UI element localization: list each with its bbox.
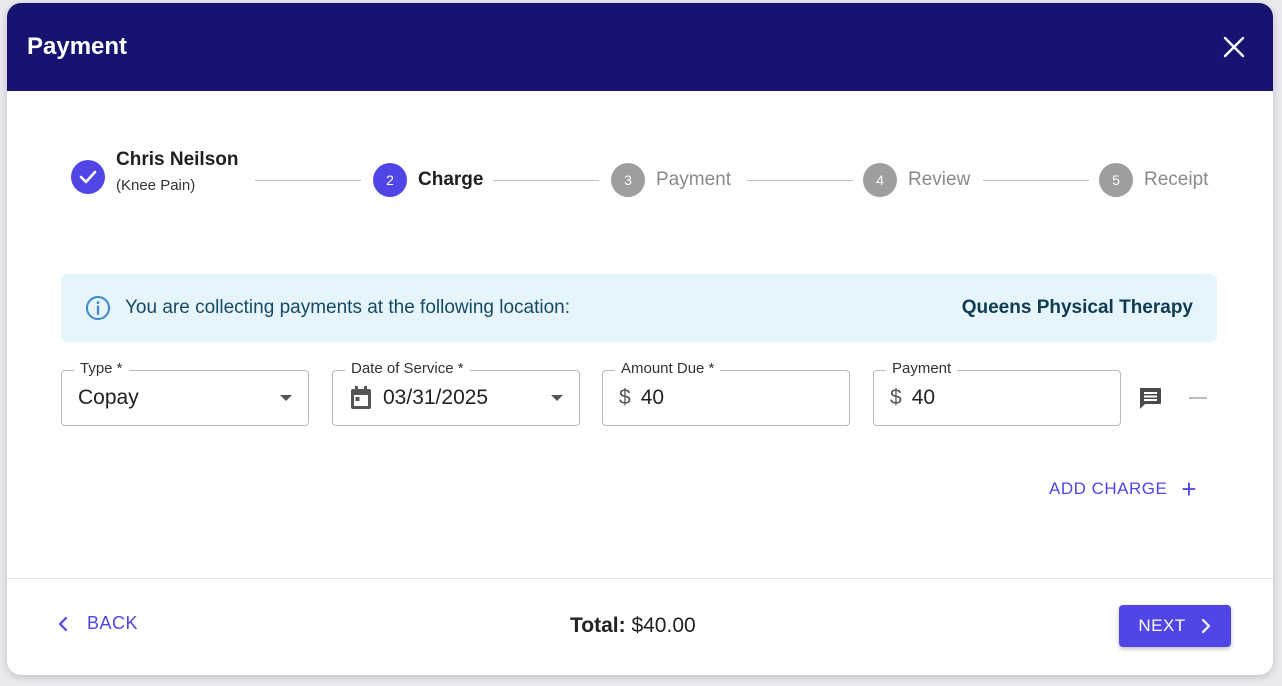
patient-name: Chris Neilson [116,148,239,170]
chevron-right-icon [1201,619,1210,633]
step-receipt: 5 Receipt [1099,163,1208,197]
add-note-button[interactable] [1137,386,1163,410]
step-payment: 3 Payment [611,163,731,197]
calendar-icon [351,386,371,409]
close-button[interactable] [1219,32,1249,62]
step-connector [747,180,853,181]
chevron-down-icon [551,395,563,401]
info-icon [86,296,110,320]
remove-charge-button[interactable] [1189,397,1207,399]
field-label: Payment [886,360,958,377]
step-connector [255,180,361,181]
next-label: NEXT [1138,616,1186,635]
step-patient: Chris Neilson (Knee Pain) [71,149,238,194]
check-circle-icon [71,160,105,194]
date-of-service-picker[interactable]: Date of Service * 03/31/2025 [332,360,580,426]
next-button[interactable]: NEXT [1119,605,1231,647]
info-text: You are collecting payments at the follo… [125,297,571,318]
plus-icon: + [1181,474,1198,504]
dialog-title: Payment [27,33,128,60]
chevron-down-icon [280,395,292,401]
step-number: 5 [1099,163,1133,197]
patient-condition: (Knee Pain) [116,176,196,194]
currency-prefix: $ [890,386,902,409]
footer-divider [7,578,1273,579]
total-amount: Total: $40.00 [570,614,696,638]
date-of-service-value: 03/31/2025 [383,386,489,409]
step-number: 3 [611,163,645,197]
add-charge-button[interactable]: ADD CHARGE + [1049,474,1198,504]
back-button[interactable]: BACK [57,613,138,634]
stepper: Chris Neilson (Knee Pain) 2 Charge 3 Pay… [71,149,1211,206]
step-connector [493,180,599,181]
amount-due-value: 40 [640,386,665,409]
add-charge-label: ADD CHARGE [1049,479,1168,498]
step-label: Payment [656,169,731,190]
comment-icon [1139,388,1161,409]
location-info-banner: You are collecting payments at the follo… [61,274,1217,342]
step-charge: 2 Charge [373,163,483,197]
step-label: Receipt [1144,169,1209,190]
currency-prefix: $ [619,386,631,409]
step-number: 4 [863,163,897,197]
step-connector [983,180,1089,181]
close-icon [1223,36,1245,58]
back-label: BACK [87,613,139,633]
payment-amount-value: 40 [911,386,936,409]
field-label: Type * [74,360,129,377]
amount-due-input[interactable]: Amount Due * $ 40 [602,360,850,426]
payment-amount-input[interactable]: Payment $ 40 [873,360,1121,426]
field-label: Date of Service * [345,360,470,377]
charge-type-value: Copay [78,386,139,409]
step-label: Charge [418,169,484,190]
field-label: Amount Due * [615,360,721,377]
step-number: 2 [373,163,407,197]
step-review: 4 Review [863,163,970,197]
charge-type-select[interactable]: Type * Copay [61,360,309,426]
total-label: Total: [570,614,626,637]
total-value: $40.00 [631,614,696,637]
location-name: Queens Physical Therapy [961,297,1193,318]
step-label: Review [908,169,971,190]
payment-dialog: Payment Chris Neilson (Knee Pain) 2 Char… [7,3,1273,675]
dialog-header: Payment [7,3,1273,91]
chevron-left-icon [58,616,68,631]
